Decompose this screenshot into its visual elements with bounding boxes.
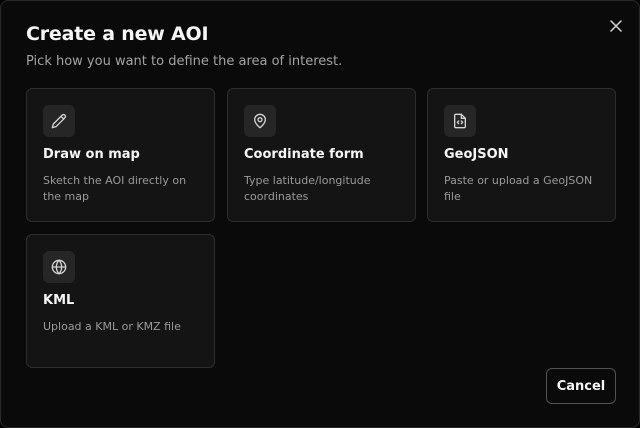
pencil-icon	[51, 113, 67, 129]
option-title: Coordinate form	[244, 147, 364, 162]
option-description: Type latitude/longitude coordinates	[244, 174, 371, 203]
close-button[interactable]	[606, 16, 626, 36]
option-description: Paste or upload a GeoJSON file	[444, 174, 593, 203]
option-description: Upload a KML or KMZ file	[43, 320, 181, 333]
option-title: GeoJSON	[444, 147, 509, 162]
option-icon-box	[444, 105, 476, 137]
option-title: Draw on map	[43, 147, 140, 162]
close-icon	[610, 20, 622, 32]
option-icon-box	[43, 251, 75, 283]
option-card-draw-on-map[interactable]: Draw on map Sketch the AOI directly on t…	[26, 88, 215, 222]
create-aoi-dialog: Create a new AOI Pick how you want to de…	[0, 0, 640, 428]
cancel-button[interactable]: Cancel	[546, 368, 616, 404]
option-card-coordinate-form[interactable]: Coordinate form Type latitude/longitude …	[227, 88, 416, 222]
option-icon-box	[244, 105, 276, 137]
option-title: KML	[43, 293, 75, 308]
option-description: Sketch the AOI directly on the map	[43, 174, 187, 203]
option-card-geojson[interactable]: GeoJSON Paste or upload a GeoJSON file	[427, 88, 616, 222]
dialog-title: Create a new AOI	[26, 23, 209, 45]
map-pin-icon	[254, 113, 266, 129]
dialog-subtitle: Pick how you want to define the area of …	[26, 54, 343, 69]
globe-icon	[51, 259, 67, 275]
option-icon-box	[43, 105, 75, 137]
option-card-kml[interactable]: KML Upload a KML or KMZ file	[26, 234, 215, 368]
file-code-icon	[454, 113, 466, 129]
